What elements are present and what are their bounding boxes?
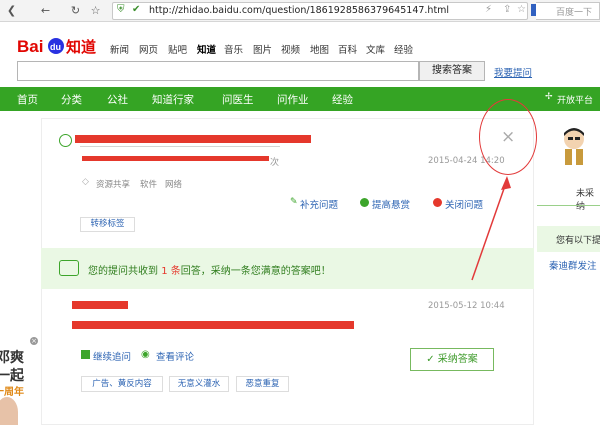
redacted-question-title <box>75 135 311 143</box>
raise-reward-button[interactable]: 提高悬赏 <box>372 197 410 211</box>
redacted-answerer-name <box>72 301 128 309</box>
supplement-icon: ✎ <box>290 197 298 207</box>
ad-close-icon[interactable]: × <box>30 337 38 345</box>
nav-video[interactable]: 视频 <box>281 42 300 56</box>
nav-images[interactable]: 图片 <box>253 42 272 56</box>
report-spam-button[interactable]: 无意义灌水 <box>169 376 229 392</box>
redacted-question-meta <box>82 156 269 161</box>
gnav-jingyan[interactable]: 经验 <box>332 92 353 107</box>
browser-search-placeholder: 百度一下 <box>556 8 593 18</box>
open-platform-link[interactable]: 开放平台 <box>557 93 593 106</box>
tag-icon: ◇ <box>82 177 89 187</box>
gnav-home[interactable]: 首页 <box>17 92 38 107</box>
nav-jingyan[interactable]: 经验 <box>394 42 413 56</box>
check-icon: ✔ <box>132 4 141 15</box>
star-icon[interactable]: ☆ <box>88 3 103 18</box>
continue-ask-icon <box>81 350 90 359</box>
gnav-homework[interactable]: 问作业 <box>277 92 309 107</box>
answer-date: 2015-05-12 10:44 <box>428 301 505 311</box>
search-input[interactable] <box>17 61 419 81</box>
nav-wenku[interactable]: 文库 <box>366 42 385 56</box>
notice-text: 您的提问共收到 1 条回答，采纳一条您满意的答案吧！ <box>88 262 331 277</box>
star-outline-icon[interactable]: ☆ <box>517 4 526 15</box>
move-tag-button[interactable]: 转移标签 <box>80 217 135 232</box>
baidu-zhidao-logo[interactable]: Bai du 知道 <box>17 33 101 59</box>
continue-ask-button[interactable]: 继续追问 <box>93 349 131 363</box>
report-duplicate-button[interactable]: 恶意重复 <box>236 376 289 392</box>
ad-line3: 十周年 <box>0 387 24 398</box>
gnav-community[interactable]: 公社 <box>107 92 128 107</box>
tag-network[interactable]: 网络 <box>165 178 182 190</box>
svg-text:Bai: Bai <box>17 37 43 56</box>
notice-chat-icon <box>59 260 79 276</box>
question-status-icon <box>59 134 72 147</box>
gnav-doctor[interactable]: 问医生 <box>222 92 254 107</box>
accept-answer-button[interactable]: ✓ 采纳答案 <box>410 348 494 371</box>
gnav-experts[interactable]: 知道行家 <box>152 92 194 107</box>
share-nodes-icon: ✢ <box>545 92 553 102</box>
close-question-icon <box>433 198 442 207</box>
tag-software[interactable]: 软件 <box>140 178 157 190</box>
nav-map[interactable]: 地图 <box>310 42 329 56</box>
eye-icon: ◉ <box>141 349 150 360</box>
gnav-category[interactable]: 分类 <box>61 92 82 107</box>
nav-web[interactable]: 网页 <box>139 42 158 56</box>
nav-music[interactable]: 音乐 <box>224 42 243 56</box>
svg-text:du: du <box>50 42 61 52</box>
ask-question-link[interactable]: 我要提问 <box>494 65 532 79</box>
nav-zhidao[interactable]: 知道 <box>197 42 216 56</box>
address-bar[interactable]: ⛨ ✔ http://zhidao.baidu.com/question/186… <box>112 2 528 20</box>
search-answer-button[interactable]: 搜索答案 <box>419 61 485 81</box>
user-avatar[interactable] <box>559 127 589 167</box>
annotation-arrow <box>471 176 511 281</box>
accept-answer-label: 采纳答案 <box>437 354 478 365</box>
lightning-icon[interactable]: ⚡ <box>485 4 492 15</box>
notice-prefix: 您的提问共收到 <box>88 266 158 277</box>
reload-icon[interactable]: ↻ <box>68 3 83 18</box>
unadopted-label: 未采纳 <box>576 189 595 212</box>
ad-line1: 邓爽 <box>0 350 24 366</box>
view-comments-button[interactable]: 查看评论 <box>156 349 194 363</box>
annotation-circle <box>479 99 537 175</box>
accept-check-icon: ✓ <box>426 354 435 365</box>
sidebar-user-link[interactable]: 秦迪群发注 <box>549 258 597 272</box>
question-title-underline <box>80 146 280 147</box>
nav-news[interactable]: 新闻 <box>110 42 129 56</box>
views-suffix: 次 <box>270 158 280 168</box>
report-ad-button[interactable]: 广告、黄反内容 <box>81 376 163 392</box>
ad-photo <box>0 397 18 425</box>
tag-resource-sharing[interactable]: 资源共享 <box>96 178 130 190</box>
sidebar-divider <box>537 205 600 206</box>
answer-count: 1 条 <box>161 266 181 277</box>
back-icon[interactable]: ❮ <box>4 3 19 18</box>
left-ad[interactable]: × 邓爽 一起 十周年 <box>0 337 40 425</box>
redacted-answer-content <box>72 321 354 329</box>
nav-baike[interactable]: 百科 <box>338 42 357 56</box>
back-arrow-icon[interactable]: ← <box>38 3 53 18</box>
secure-icon: ⛨ <box>117 4 125 15</box>
raise-reward-icon <box>360 198 369 207</box>
ad-line2: 一起 <box>0 368 24 384</box>
supplement-question-button[interactable]: 补充问题 <box>300 197 338 211</box>
url-text: http://zhidao.baidu.com/question/1861928… <box>149 5 450 16</box>
browser-search-box[interactable]: 百度一下 <box>536 2 600 20</box>
svg-text:知道: 知道 <box>66 38 96 56</box>
pending-text: 您有以下提 <box>556 236 600 246</box>
share-icon[interactable]: ⇪ <box>503 4 511 15</box>
nav-tieba[interactable]: 贴吧 <box>168 42 187 56</box>
notice-suffix: 回答，采纳一条您满意的答案吧！ <box>180 266 331 277</box>
